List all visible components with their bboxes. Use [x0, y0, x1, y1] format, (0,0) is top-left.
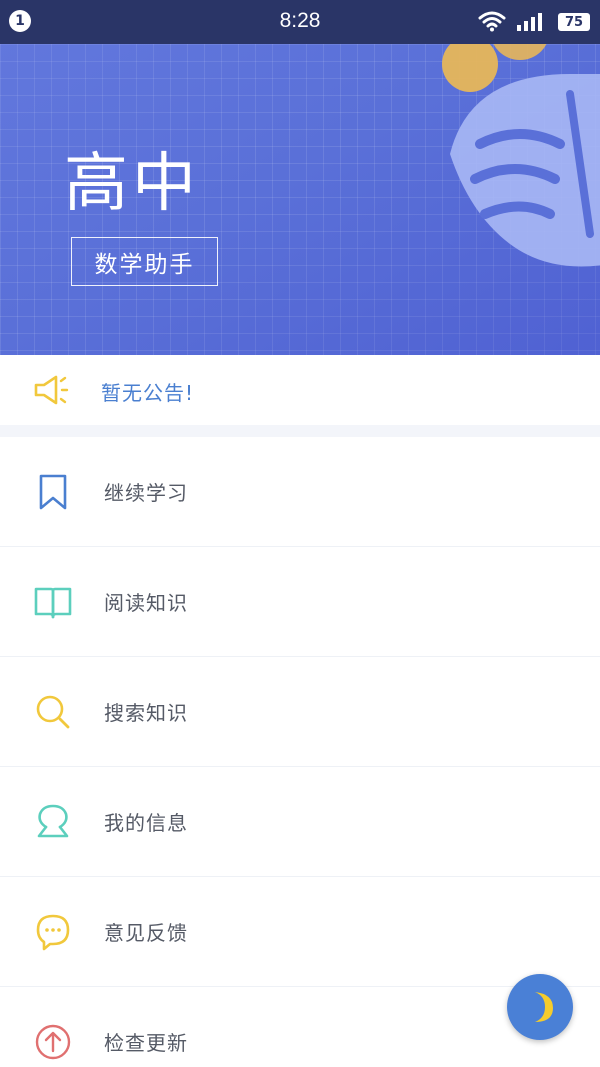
- wifi-icon: [478, 11, 506, 32]
- menu-item-search-knowledge[interactable]: 搜索知识: [0, 657, 600, 767]
- menu-item-label: 我的信息: [104, 811, 188, 835]
- upload-arrow-icon: [35, 1024, 71, 1060]
- menu-item-read-knowledge[interactable]: 阅读知识: [0, 547, 600, 657]
- menu-item-label: 阅读知识: [104, 591, 188, 615]
- chat-bubble-icon: [36, 914, 70, 951]
- menu-item-label: 检查更新: [104, 1031, 188, 1055]
- night-mode-button[interactable]: [507, 974, 573, 1040]
- banner-title: 高中: [64, 147, 200, 221]
- search-icon: [36, 695, 70, 729]
- menu-item-feedback[interactable]: 意见反馈: [0, 877, 600, 987]
- bookmark-icon: [39, 474, 67, 510]
- menu-item-label: 搜索知识: [104, 701, 188, 725]
- menu-item-label: 意见反馈: [104, 921, 188, 945]
- announcement-bar: 暂无公告!: [0, 355, 600, 425]
- menu-list: 继续学习 阅读知识 搜索知识 我的信息 意见反馈 检查更新: [0, 437, 600, 1067]
- signal-icon: [517, 13, 542, 31]
- banner-subtitle: 数学助手: [71, 237, 218, 286]
- status-time: 8:28: [279, 9, 321, 32]
- header-banner: 高中 数学助手: [0, 44, 600, 355]
- menu-item-label: 继续学习: [104, 481, 188, 505]
- user-icon: [37, 804, 69, 838]
- status-bar: 1 8:28 75: [0, 0, 600, 44]
- announcement-text: 暂无公告!: [101, 381, 195, 405]
- leaf-icon: [442, 44, 600, 267]
- battery-icon: 75: [558, 13, 590, 31]
- menu-item-my-info[interactable]: 我的信息: [0, 767, 600, 877]
- menu-item-continue-learning[interactable]: 继续学习: [0, 437, 600, 547]
- book-icon: [34, 587, 72, 619]
- moon-icon: [535, 992, 553, 1022]
- megaphone-icon: [34, 375, 69, 405]
